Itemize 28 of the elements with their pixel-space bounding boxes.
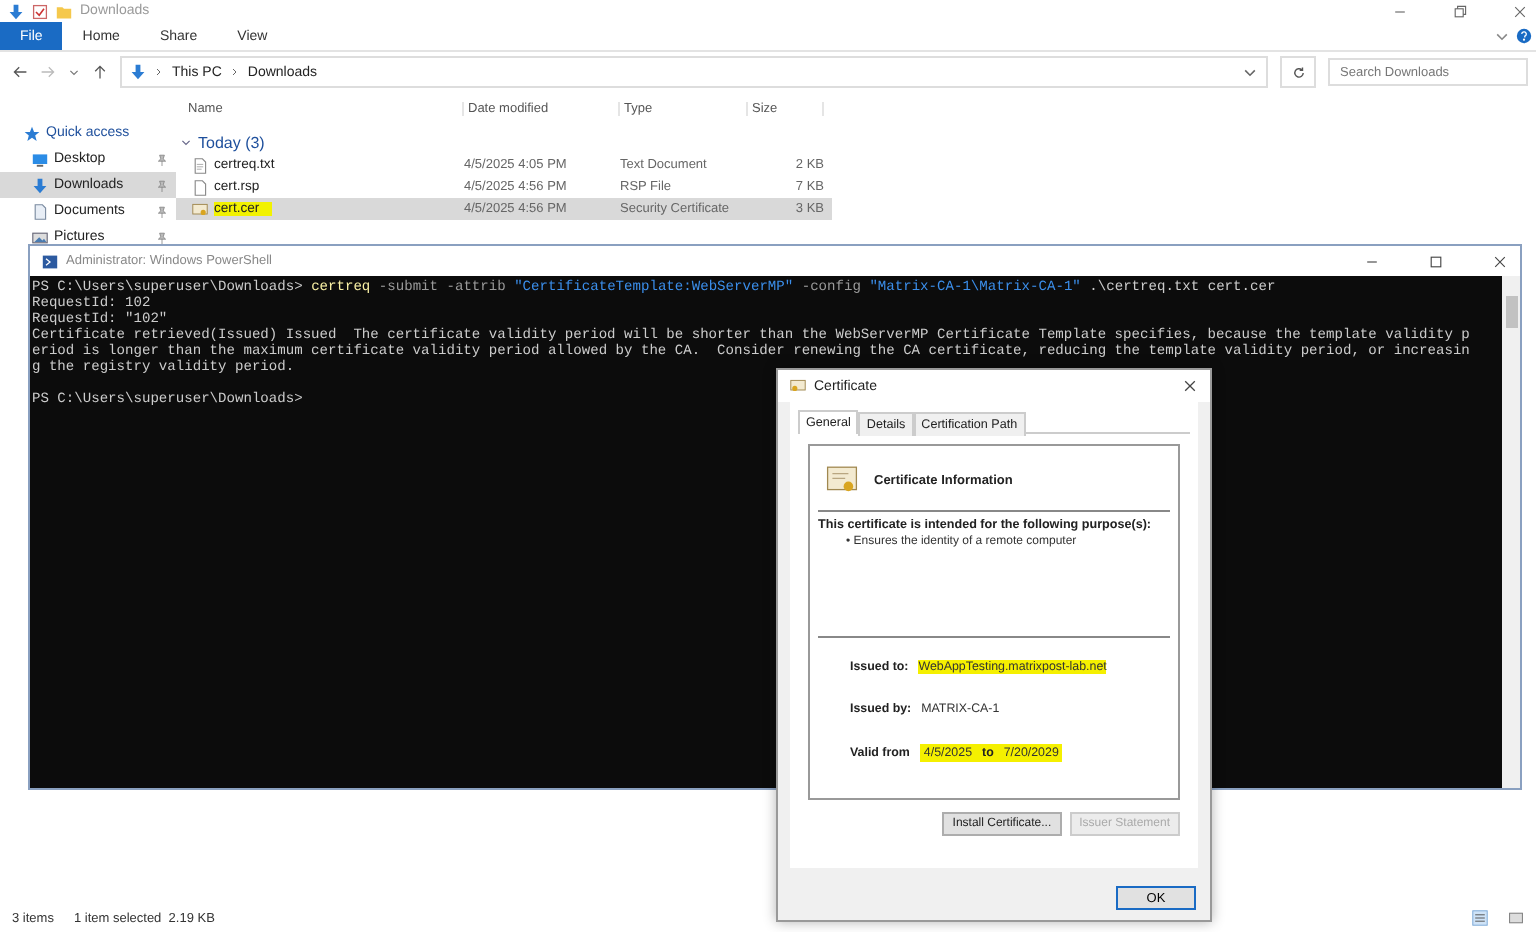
close-icon[interactable] [1492,253,1508,269]
certificate-icon [192,201,208,217]
text-file-icon [192,157,208,173]
details-view-icon[interactable] [1472,910,1488,926]
folder-icon [56,3,72,19]
powershell-icon [42,253,58,269]
star-icon [24,125,40,141]
scrollbar-thumb[interactable] [1505,296,1517,328]
close-icon[interactable] [1182,378,1198,394]
monitor-icon [32,151,48,167]
download-arrow-icon [130,64,146,80]
maximize-icon[interactable] [1428,253,1444,269]
close-icon[interactable] [1512,3,1528,19]
help-icon[interactable] [1516,28,1532,44]
document-icon [32,203,48,219]
chevron-down-icon[interactable] [1494,28,1510,44]
download-arrow-icon [8,3,24,19]
up-arrow-icon[interactable] [92,64,108,80]
group-header[interactable]: Today (3) [198,133,265,151]
restore-icon[interactable] [1452,3,1468,19]
chevron-down-icon[interactable] [1242,64,1258,80]
download-arrow-icon [32,177,48,193]
certificate-icon [790,378,806,394]
refresh-icon[interactable] [1291,65,1305,79]
large-icons-view-icon[interactable] [1508,910,1524,926]
back-arrow-icon[interactable] [12,64,28,80]
picture-frame-icon [32,229,48,245]
certificate-icon [822,464,862,496]
